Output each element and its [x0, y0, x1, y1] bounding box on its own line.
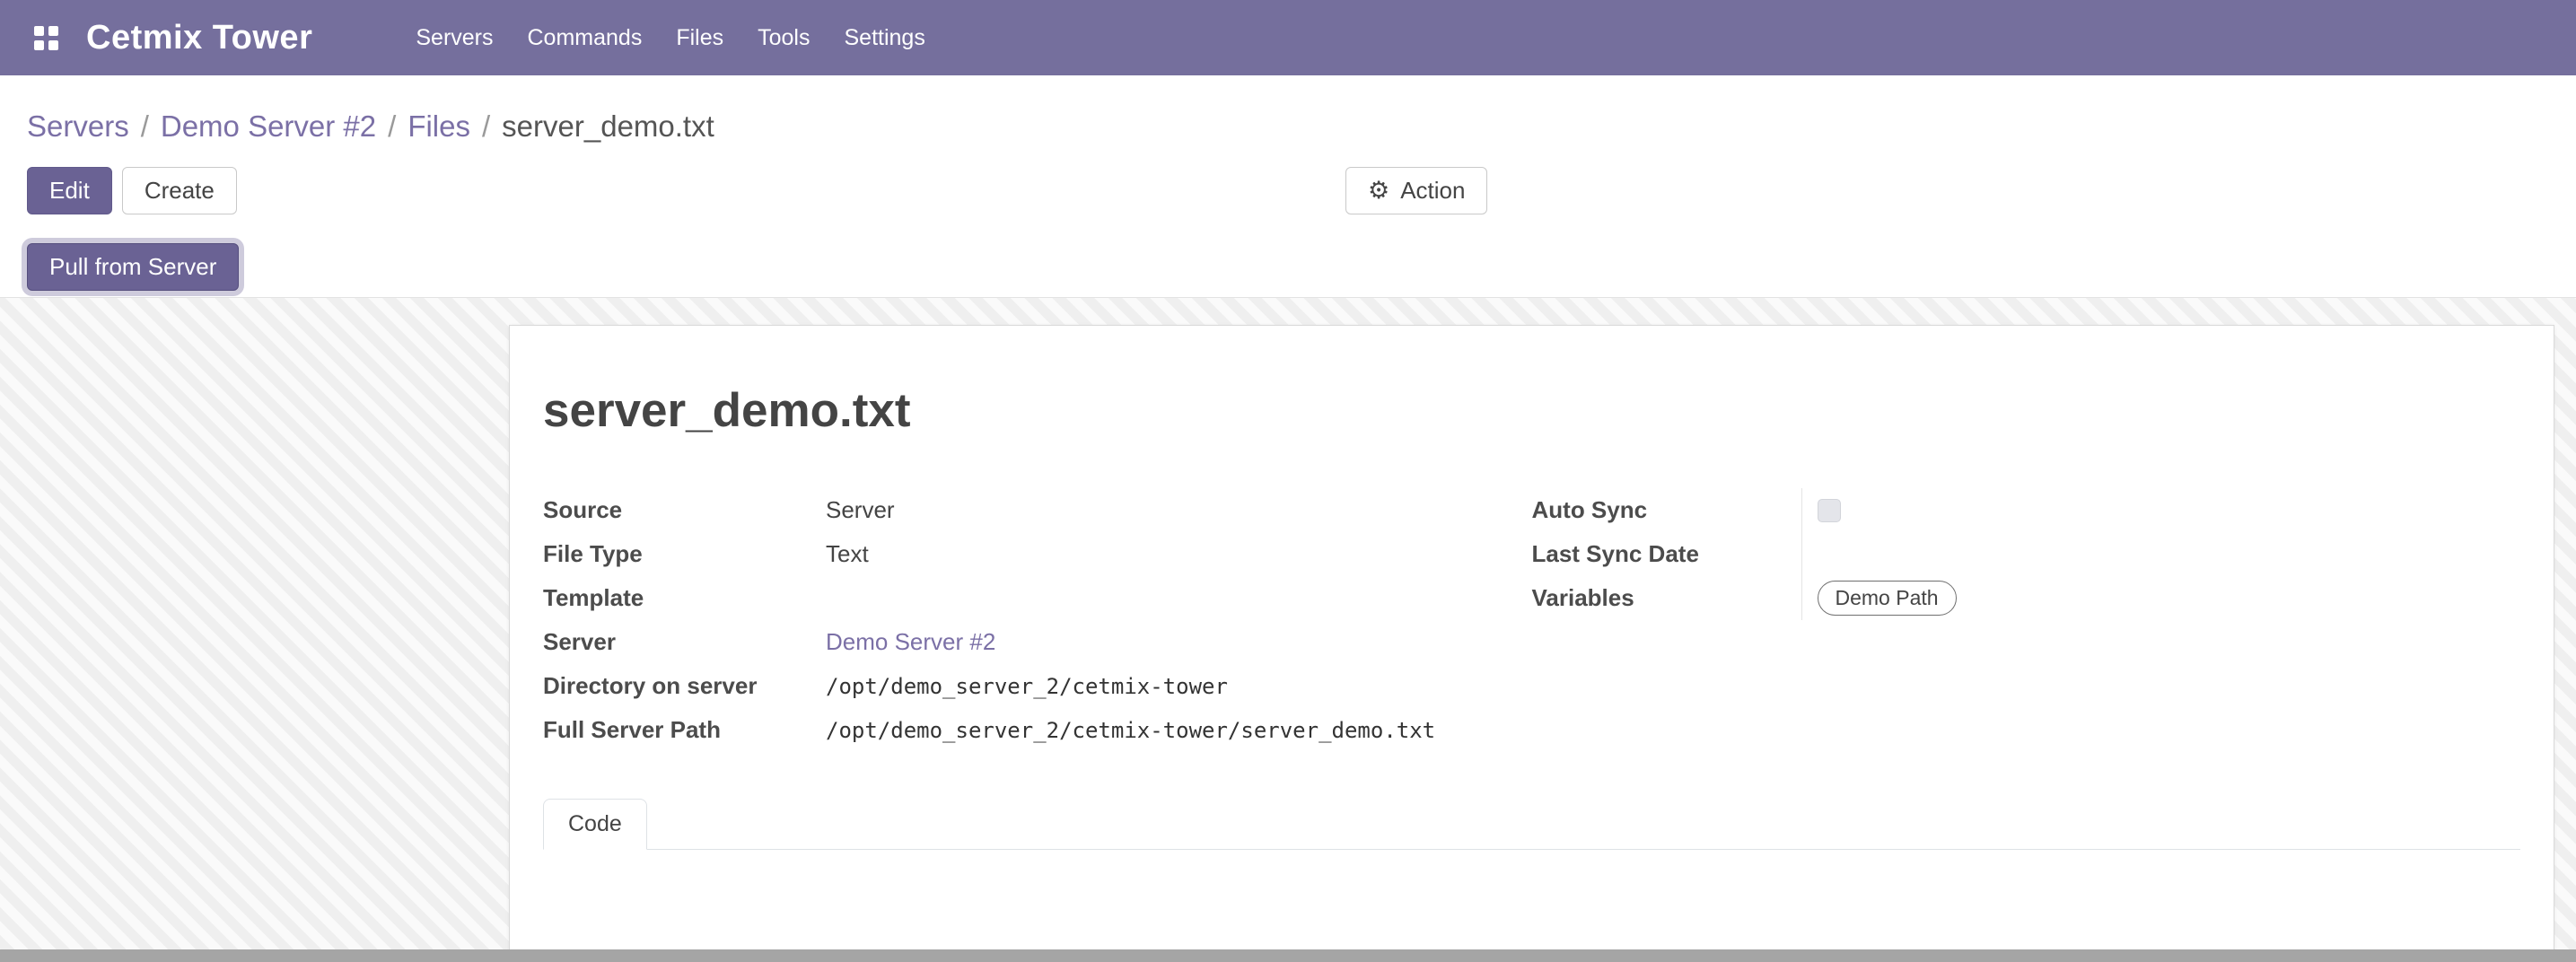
create-button[interactable]: Create: [122, 167, 237, 214]
menu-files[interactable]: Files: [659, 0, 740, 75]
action-dropdown-button[interactable]: ⚙ Action: [1345, 167, 1487, 214]
pull-from-server-button[interactable]: Pull from Server: [27, 243, 239, 291]
menu-tools[interactable]: Tools: [740, 0, 827, 75]
field-value-directory: /opt/demo_server_2/cetmix-tower: [826, 673, 1532, 700]
field-label-full-path: Full Server Path: [543, 715, 826, 745]
breadcrumb-demo-server[interactable]: Demo Server #2: [161, 109, 376, 143]
breadcrumb-current: server_demo.txt: [502, 109, 714, 143]
field-label-last-sync: Last Sync Date: [1532, 539, 1801, 569]
field-label-directory: Directory on server: [543, 671, 826, 701]
field-label-server: Server: [543, 627, 826, 657]
top-navbar: Cetmix Tower Servers Commands Files Tool…: [0, 0, 2576, 75]
variable-tag-demo-path: Demo Path: [1818, 581, 1957, 616]
field-row-template: Template: [543, 576, 1532, 620]
field-group-right: Auto Sync Last Sync Date Variables Demo …: [1532, 488, 2521, 752]
field-row-file-type: File Type Text: [543, 532, 1532, 576]
field-value-file-type: Text: [826, 539, 1532, 569]
field-value-server-link[interactable]: Demo Server #2: [826, 628, 995, 655]
field-row-auto-sync: Auto Sync: [1532, 488, 2521, 532]
field-row-source: Source Server: [543, 488, 1532, 532]
field-label-template: Template: [543, 583, 826, 613]
apps-grid-icon-glyph: [34, 26, 58, 50]
form-sheet: server_demo.txt Source Server File Type …: [509, 325, 2554, 950]
action-buttons-row: Edit Create ⚙ Action: [0, 167, 2576, 214]
menu-commands[interactable]: Commands: [511, 0, 660, 75]
main-menu: Servers Commands Files Tools Settings: [399, 0, 942, 75]
action-dropdown-label: Action: [1400, 176, 1465, 206]
breadcrumb-separator: /: [388, 109, 396, 143]
auto-sync-checkbox[interactable]: [1818, 499, 1841, 522]
field-label-variables: Variables: [1532, 583, 1801, 613]
breadcrumb-separator: /: [482, 109, 490, 143]
breadcrumb: Servers / Demo Server #2 / Files / server_demo…: [0, 75, 2576, 145]
app-brand-title: Cetmix Tower: [86, 19, 312, 57]
form-view-background: server_demo.txt Source Server File Type …: [0, 298, 2576, 962]
field-row-last-sync: Last Sync Date: [1532, 532, 2521, 576]
menu-servers[interactable]: Servers: [399, 0, 510, 75]
field-row-server: Server Demo Server #2: [543, 620, 1532, 664]
field-value-last-sync: [1801, 532, 2521, 576]
edit-button[interactable]: Edit: [27, 167, 112, 214]
control-panel: Servers / Demo Server #2 / Files / server_demo…: [0, 75, 2576, 298]
statusbar-row: Pull from Server: [0, 243, 2576, 291]
field-group-left: Source Server File Type Text Template Se…: [543, 488, 1532, 752]
gear-icon: ⚙: [1368, 179, 1389, 203]
field-label-source: Source: [543, 495, 826, 525]
horizontal-scrollbar[interactable]: [0, 949, 2576, 962]
record-title: server_demo.txt: [543, 383, 2520, 439]
tab-code[interactable]: Code: [543, 799, 647, 850]
breadcrumb-separator: /: [141, 109, 149, 143]
field-value-source: Server: [826, 495, 1532, 525]
apps-grid-icon[interactable]: [25, 17, 66, 58]
notebook-tabs: Code: [543, 799, 2520, 850]
field-label-file-type: File Type: [543, 539, 826, 569]
field-label-auto-sync: Auto Sync: [1532, 495, 1801, 525]
menu-settings[interactable]: Settings: [828, 0, 942, 75]
field-row-directory: Directory on server /opt/demo_server_2/c…: [543, 664, 1532, 708]
breadcrumb-files[interactable]: Files: [407, 109, 470, 143]
field-value-full-path: /opt/demo_server_2/cetmix-tower/server_d…: [826, 717, 1532, 744]
breadcrumb-servers[interactable]: Servers: [27, 109, 129, 143]
field-row-full-path: Full Server Path /opt/demo_server_2/cetm…: [543, 708, 1532, 752]
field-row-variables: Variables Demo Path: [1532, 576, 2521, 620]
field-group: Source Server File Type Text Template Se…: [543, 488, 2520, 752]
